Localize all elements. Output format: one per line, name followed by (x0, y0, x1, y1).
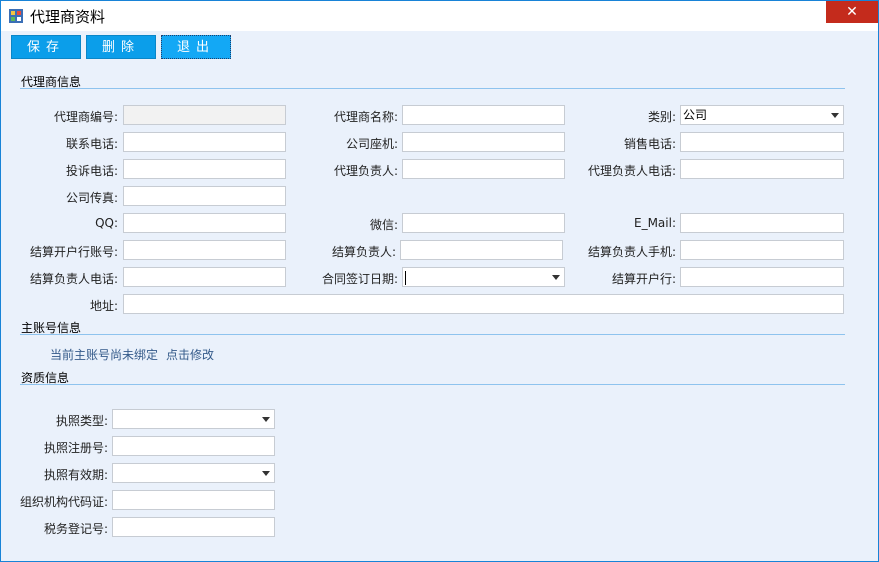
settle-manager-phone-label: 结算负责人电话: (29, 272, 118, 286)
settle-bank-label: 结算开户行: (611, 272, 676, 286)
category-label: 类别: (647, 110, 676, 124)
agent-no-label: 代理商编号: (53, 110, 118, 124)
address-label: 地址: (89, 299, 118, 313)
dropdown-arrow-icon (262, 471, 270, 476)
sales-phone-label: 销售电话: (623, 137, 676, 151)
complaint-phone-label: 投诉电话: (65, 164, 118, 178)
dropdown-arrow-icon (831, 113, 839, 118)
contact-phone-label: 联系电话: (65, 137, 118, 151)
complaint-phone-input[interactable] (123, 159, 286, 179)
delete-button[interactable]: 删除 (86, 35, 156, 59)
agent-name-input[interactable] (402, 105, 565, 125)
license-type-label: 执照类型: (55, 414, 108, 428)
contact-phone-input[interactable] (123, 132, 286, 152)
tax-reg-label: 税务登记号: (43, 522, 108, 536)
company-fax-label: 公司传真: (65, 191, 118, 205)
save-button[interactable]: 保存 (11, 35, 81, 59)
category-select[interactable]: 公司 (680, 105, 844, 125)
agent-name-label: 代理商名称: (333, 110, 398, 124)
section-divider (20, 334, 845, 335)
license-type-select[interactable] (112, 409, 275, 429)
settle-manager-mobile-input[interactable] (680, 240, 844, 260)
company-fax-input[interactable] (123, 186, 286, 206)
license-reg-no-input[interactable] (112, 436, 275, 456)
settle-account-input[interactable] (123, 240, 286, 260)
agent-manager-phone-input[interactable] (680, 159, 844, 179)
settle-account-label: 结算开户行账号: (29, 245, 118, 259)
agent-info-window: 代理商资料 ✕ 保存 删除 退出 代理商信息 代理商编号: 代理商名称: 类别:… (0, 0, 879, 562)
contract-date-label: 合同签订日期: (321, 272, 398, 286)
org-code-input[interactable] (112, 490, 275, 510)
edit-main-account-link[interactable]: 点击修改 (166, 346, 214, 363)
agent-no-field (123, 105, 286, 125)
wechat-input[interactable] (402, 213, 565, 233)
agent-manager-phone-label: 代理负责人电话: (587, 164, 676, 178)
qq-label: QQ: (95, 216, 118, 230)
app-icon (9, 9, 23, 23)
license-valid-label: 执照有效期: (43, 468, 108, 482)
address-input[interactable] (123, 294, 844, 314)
sales-phone-input[interactable] (680, 132, 844, 152)
section-divider (20, 88, 845, 89)
agent-manager-input[interactable] (402, 159, 565, 179)
license-reg-no-label: 执照注册号: (43, 441, 108, 455)
title-bar: 代理商资料 ✕ (1, 1, 878, 31)
settle-manager-phone-input[interactable] (123, 267, 286, 287)
company-phone-input[interactable] (402, 132, 565, 152)
category-value: 公司 (683, 108, 708, 122)
text-caret (405, 270, 406, 285)
window-title: 代理商资料 (30, 8, 106, 26)
main-account-status: 当前主账号尚未绑定 (50, 348, 159, 362)
exit-button[interactable]: 退出 (161, 35, 231, 59)
close-icon: ✕ (846, 4, 858, 20)
dropdown-arrow-icon (552, 275, 560, 280)
close-button[interactable]: ✕ (826, 1, 878, 23)
settle-manager-label: 结算负责人: (331, 245, 396, 259)
email-input[interactable] (680, 213, 844, 233)
email-label: E_Mail: (634, 216, 676, 230)
license-valid-select[interactable] (112, 463, 275, 483)
qq-input[interactable] (123, 213, 286, 233)
org-code-label: 组织机构代码证: (19, 495, 108, 509)
settle-manager-input[interactable] (400, 240, 563, 260)
section-divider (20, 384, 845, 385)
contract-date-picker[interactable] (402, 267, 565, 287)
settle-manager-mobile-label: 结算负责人手机: (587, 245, 676, 259)
agent-manager-label: 代理负责人: (333, 164, 398, 178)
company-phone-label: 公司座机: (345, 137, 398, 151)
tax-reg-input[interactable] (112, 517, 275, 537)
settle-bank-input[interactable] (680, 267, 844, 287)
wechat-label: 微信: (369, 218, 398, 232)
dropdown-arrow-icon (262, 417, 270, 422)
